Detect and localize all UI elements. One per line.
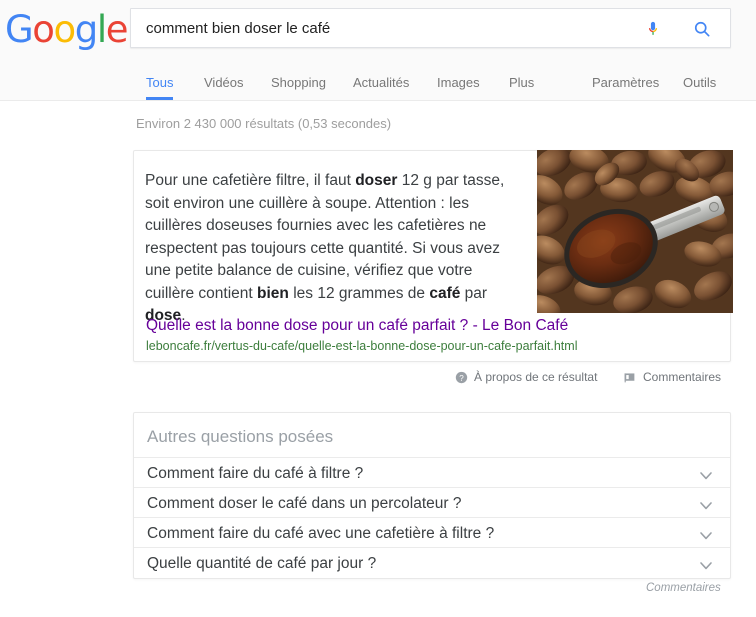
logo-letter-g2: g [75, 8, 97, 51]
chevron-down-icon[interactable] [699, 498, 713, 508]
search-input[interactable] [146, 9, 646, 47]
tab-videos[interactable]: Vidéos [204, 68, 244, 98]
svg-text:?: ? [459, 374, 464, 383]
search-icon[interactable] [692, 19, 712, 39]
logo-letter-l: l [97, 8, 106, 51]
featured-snippet-text: Pour une cafetière filtre, il faut doser… [145, 170, 515, 328]
tab-images[interactable]: Images [437, 68, 480, 98]
featured-snippet-title-link[interactable]: Quelle est la bonne dose pour un café pa… [146, 316, 568, 336]
chevron-down-icon[interactable] [699, 528, 713, 538]
logo-letter-e: e [106, 8, 127, 51]
tab-shopping[interactable]: Shopping [271, 68, 326, 98]
search-nav-tabs: Tous Vidéos Shopping Actualités Images P… [0, 68, 756, 101]
question-label: Comment faire du café à filtre ? [147, 463, 363, 484]
tab-actualites[interactable]: Actualités [353, 68, 409, 98]
question-label: Quelle quantité de café par jour ? [147, 553, 376, 574]
tab-tous[interactable]: Tous [146, 68, 173, 100]
question-row-4[interactable]: Quelle quantité de café par jour ? [134, 547, 730, 577]
question-label: Comment doser le café dans un percolateu… [147, 493, 461, 514]
settings-button[interactable]: Paramètres [592, 68, 659, 98]
question-row-2[interactable]: Comment doser le café dans un percolateu… [134, 487, 730, 517]
coffee-scoop-on-beans-photo[interactable] [537, 150, 733, 313]
logo-letter-g1: G [5, 8, 32, 51]
about-this-result-link[interactable]: À propos de ce résultat [474, 369, 597, 386]
snippet-part-0: Pour une cafetière filtre, il faut [145, 172, 355, 189]
people-also-ask-header: Autres questions posées [147, 425, 333, 449]
tab-plus[interactable]: Plus [509, 68, 534, 98]
google-logo[interactable]: Google [5, 11, 127, 48]
question-row-3[interactable]: Comment faire du café avec une cafetière… [134, 517, 730, 547]
logo-letter-o2: o [54, 8, 75, 51]
microphone-icon[interactable] [643, 19, 663, 39]
featured-snippet-card: Pour une cafetière filtre, il faut doser… [133, 150, 731, 362]
snippet-part-3: bien [257, 285, 289, 302]
people-also-ask-card: Autres questions posées Comment faire du… [133, 412, 731, 579]
flag-icon[interactable] [623, 371, 636, 384]
snippet-part-6: par [460, 285, 487, 302]
snippet-part-4: les 12 grammes de [289, 285, 429, 302]
google-search-results-page: Google Tous Vidéos Sh [0, 0, 756, 617]
chevron-down-icon[interactable] [699, 468, 713, 478]
result-stats: Environ 2 430 000 résultats (0,53 second… [136, 116, 391, 132]
logo-letter-o1: o [32, 8, 53, 51]
question-label: Comment faire du café avec une cafetière… [147, 523, 494, 544]
question-circle-icon[interactable]: ? [455, 371, 468, 384]
snippet-part-1: doser [355, 172, 397, 189]
snippet-part-5: café [429, 285, 460, 302]
search-box[interactable] [130, 8, 731, 48]
feedback-link[interactable]: Commentaires [643, 369, 721, 386]
featured-snippet-url: leboncafe.fr/vertus-du-cafe/quelle-est-l… [146, 338, 577, 354]
snippet-part-2: 12 g par tasse, soit environ une cuillèr… [145, 172, 504, 302]
question-row-1[interactable]: Comment faire du café à filtre ? [134, 457, 730, 487]
chevron-down-icon[interactable] [699, 558, 713, 568]
page-header: Google Tous Vidéos Sh [0, 0, 756, 101]
people-also-ask-feedback-link[interactable]: Commentaires [646, 581, 721, 596]
tools-button[interactable]: Outils [683, 68, 716, 98]
